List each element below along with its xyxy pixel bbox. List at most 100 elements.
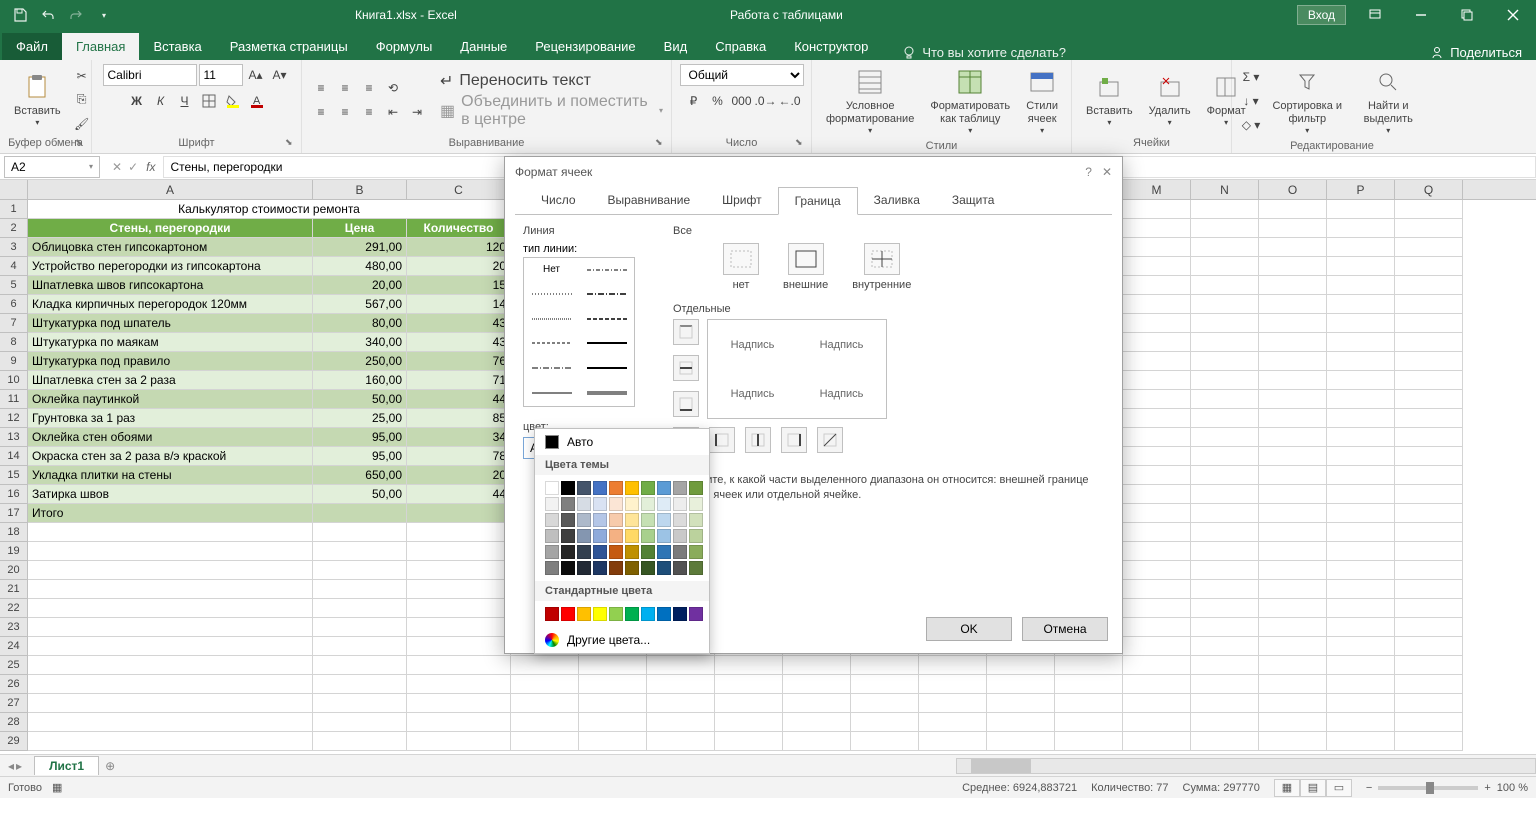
cell[interactable] xyxy=(407,542,511,561)
cell[interactable] xyxy=(1191,561,1259,580)
cell[interactable] xyxy=(313,618,407,637)
number-launcher-icon[interactable]: ⬊ xyxy=(795,137,807,149)
autosum-icon[interactable]: Σ ▾ xyxy=(1240,66,1262,88)
cell[interactable] xyxy=(647,713,715,732)
cell[interactable] xyxy=(1123,447,1191,466)
clear-icon[interactable]: ◇ ▾ xyxy=(1240,114,1262,136)
color-swatch[interactable] xyxy=(593,513,607,527)
row-header[interactable]: 9 xyxy=(0,352,28,371)
cell[interactable] xyxy=(1327,485,1395,504)
cell[interactable] xyxy=(1259,333,1327,352)
line-style-palette[interactable]: Нет xyxy=(523,257,635,407)
tab-review[interactable]: Рецензирование xyxy=(521,33,649,60)
cell[interactable]: 44 xyxy=(407,485,511,504)
decrease-decimal-icon[interactable]: ←.0 xyxy=(779,90,801,112)
cell[interactable] xyxy=(1191,200,1259,219)
close-icon[interactable] xyxy=(1490,0,1536,30)
cell[interactable] xyxy=(28,675,313,694)
cell[interactable] xyxy=(1327,238,1395,257)
cell[interactable] xyxy=(1327,390,1395,409)
cell[interactable]: 20 xyxy=(407,257,511,276)
line-style-option[interactable] xyxy=(524,307,579,330)
cell[interactable] xyxy=(1123,238,1191,257)
cell[interactable] xyxy=(1327,219,1395,238)
color-swatch[interactable] xyxy=(593,561,607,575)
cell[interactable]: Штукатурка по маякам xyxy=(28,333,313,352)
cell[interactable]: 120 xyxy=(407,238,511,257)
cell[interactable] xyxy=(1055,675,1123,694)
cell[interactable]: 34 xyxy=(407,428,511,447)
row-header[interactable]: 24 xyxy=(0,637,28,656)
redo-icon[interactable] xyxy=(64,3,88,27)
color-swatch[interactable] xyxy=(689,481,703,495)
cell[interactable] xyxy=(1327,504,1395,523)
color-swatch[interactable] xyxy=(657,497,671,511)
cell[interactable] xyxy=(1395,371,1463,390)
cell[interactable] xyxy=(1259,428,1327,447)
cell[interactable] xyxy=(1395,466,1463,485)
cell[interactable] xyxy=(1123,694,1191,713)
cell[interactable]: 15 xyxy=(407,276,511,295)
cell[interactable] xyxy=(919,675,987,694)
color-swatch[interactable] xyxy=(561,513,575,527)
cell[interactable] xyxy=(1259,504,1327,523)
tab-help[interactable]: Справка xyxy=(701,33,780,60)
tell-me-search[interactable]: Что вы хотите сделать? xyxy=(902,45,1066,60)
cell[interactable] xyxy=(1191,713,1259,732)
cell[interactable] xyxy=(715,713,783,732)
column-header[interactable]: O xyxy=(1259,180,1327,199)
cell[interactable] xyxy=(1123,713,1191,732)
cell[interactable] xyxy=(1191,371,1259,390)
cell[interactable] xyxy=(1327,333,1395,352)
font-launcher-icon[interactable]: ⬊ xyxy=(285,137,297,149)
cell[interactable] xyxy=(919,694,987,713)
wrap-text-button[interactable]: ↵Переносить текст xyxy=(440,71,663,91)
fill-color-button[interactable] xyxy=(222,90,244,112)
cell[interactable] xyxy=(1123,580,1191,599)
share-button[interactable]: Поделиться xyxy=(1430,45,1522,60)
row-header[interactable]: 26 xyxy=(0,675,28,694)
cell[interactable] xyxy=(28,561,313,580)
cell[interactable] xyxy=(1123,257,1191,276)
cell[interactable] xyxy=(1123,466,1191,485)
border-right-button[interactable] xyxy=(781,427,807,453)
indent-increase-icon[interactable]: ⇥ xyxy=(406,101,428,123)
row-header[interactable]: 4 xyxy=(0,257,28,276)
cell[interactable] xyxy=(715,675,783,694)
cell[interactable] xyxy=(511,675,579,694)
cell[interactable] xyxy=(1123,504,1191,523)
row-header[interactable]: 22 xyxy=(0,599,28,618)
number-format-select[interactable]: Общий xyxy=(680,64,804,86)
cancel-formula-icon[interactable]: ✕ xyxy=(112,160,122,174)
clipboard-launcher-icon[interactable]: ⬊ xyxy=(75,137,87,149)
color-swatch[interactable] xyxy=(545,513,559,527)
column-header[interactable]: A xyxy=(28,180,313,199)
cell[interactable] xyxy=(851,713,919,732)
cell[interactable]: 20 xyxy=(407,466,511,485)
cell[interactable] xyxy=(1259,390,1327,409)
cell[interactable]: Шпатлевка стен за 2 раза xyxy=(28,371,313,390)
cell[interactable] xyxy=(28,637,313,656)
cell[interactable] xyxy=(1259,580,1327,599)
color-swatch[interactable] xyxy=(673,529,687,543)
cell[interactable] xyxy=(1395,428,1463,447)
cell[interactable] xyxy=(28,694,313,713)
enter-formula-icon[interactable]: ✓ xyxy=(128,160,138,174)
color-swatch[interactable] xyxy=(545,529,559,543)
cell[interactable] xyxy=(1191,219,1259,238)
cell[interactable] xyxy=(1123,371,1191,390)
cell[interactable] xyxy=(407,523,511,542)
cell[interactable]: Штукатурка под шпатель xyxy=(28,314,313,333)
cell[interactable]: 480,00 xyxy=(313,257,407,276)
row-header[interactable]: 5 xyxy=(0,276,28,295)
font-size-select[interactable] xyxy=(199,64,243,86)
cell[interactable]: 44 xyxy=(407,390,511,409)
color-swatch[interactable] xyxy=(641,561,655,575)
cell[interactable] xyxy=(987,732,1055,751)
color-swatch[interactable] xyxy=(689,607,703,621)
color-swatch[interactable] xyxy=(657,529,671,543)
cell[interactable]: Итого xyxy=(28,504,313,523)
cell[interactable] xyxy=(1259,675,1327,694)
cell[interactable] xyxy=(1191,276,1259,295)
cell[interactable] xyxy=(1259,352,1327,371)
